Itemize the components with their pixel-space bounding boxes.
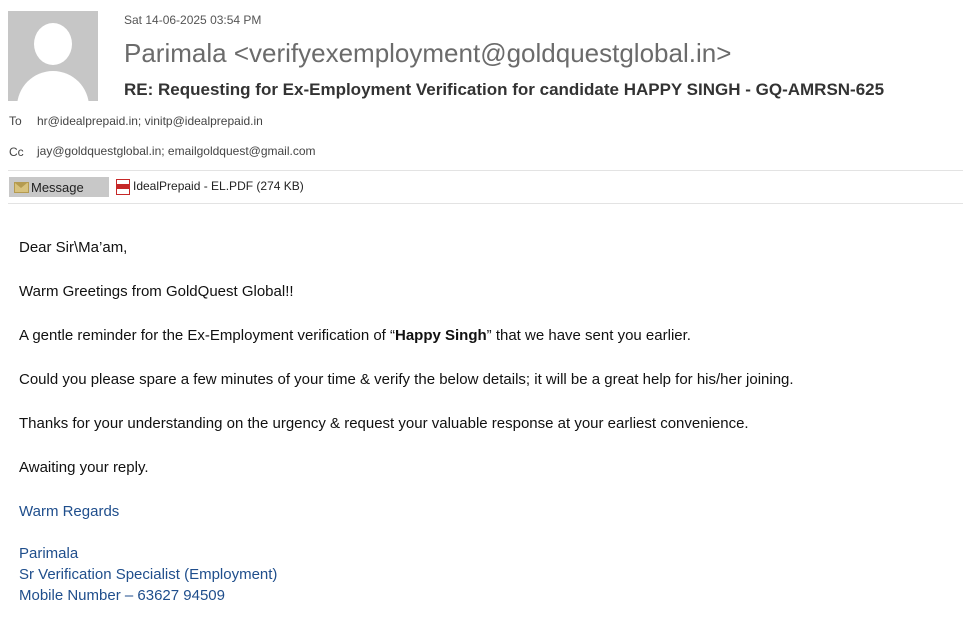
message-tab[interactable]: Message [9,177,109,197]
email-subject: RE: Requesting for Ex-Employment Verific… [124,80,885,99]
to-recipients[interactable]: hr@idealprepaid.in; vinitp@idealprepaid.… [37,114,263,128]
avatar-head [34,23,72,65]
greeting: Dear Sir\Ma’am, [19,239,128,256]
body-line-2-pre: A gentle reminder for the Ex-Employment … [19,327,395,344]
email-sender[interactable]: Parimala <verifyexemployment@goldquestgl… [124,38,731,69]
body-line-3: Could you please spare a few minutes of … [19,371,794,388]
message-tab-label: Message [31,180,84,195]
body-line-2-post: ” that we have sent you earlier. [486,327,691,344]
attachment-name: IdealPrepaid - EL.PDF (274 KB) [133,179,304,193]
cc-recipients[interactable]: jay@goldquestglobal.in; emailgoldquest@g… [37,144,316,158]
body-line-1: Warm Greetings from GoldQuest Global!! [19,283,294,300]
body-line-4: Thanks for your understanding on the urg… [19,415,749,432]
signature-name: Parimala [19,545,79,562]
signature-mobile: Mobile Number – 63627 94509 [19,587,225,604]
cc-label: Cc [9,145,24,159]
avatar-body [17,71,89,101]
sender-avatar [8,11,98,101]
pdf-icon [116,179,130,195]
to-label: To [9,114,22,128]
header-divider [8,170,963,171]
body-line-2: A gentle reminder for the Ex-Employment … [19,327,691,344]
candidate-name: Happy Singh [395,327,487,344]
email-date: Sat 14-06-2025 03:54 PM [124,13,262,27]
signature-regards: Warm Regards [19,503,120,520]
attachment-divider [8,203,963,204]
signature-title: Sr Verification Specialist (Employment) [19,566,278,583]
envelope-icon [14,182,29,193]
body-line-5: Awaiting your reply. [19,459,149,476]
